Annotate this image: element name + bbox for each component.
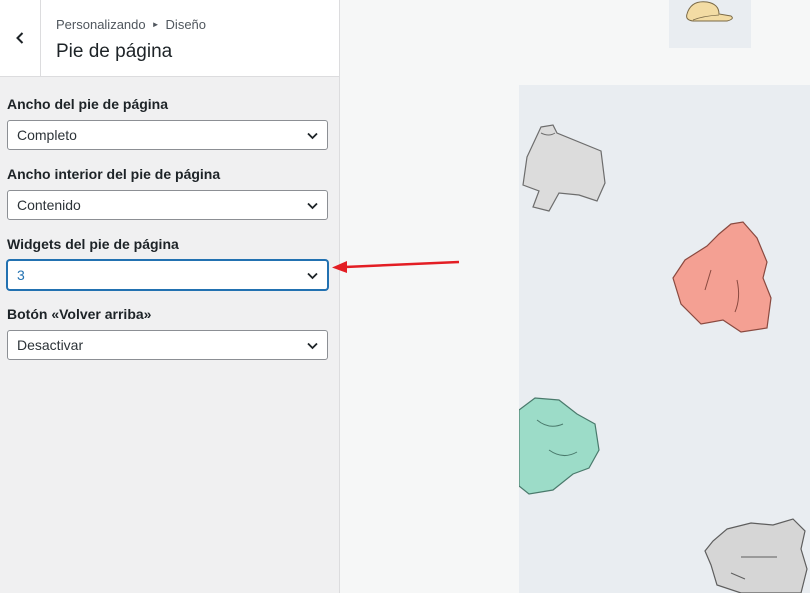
footer-widgets-value: 3: [17, 267, 25, 283]
cap-icon: [686, 1, 733, 22]
back-to-top-value: Desactivar: [17, 337, 84, 353]
chevron-left-icon: [16, 32, 24, 44]
breadcrumb-item-diseno: Diseño: [165, 17, 207, 32]
footer-inner-width-select[interactable]: Contenido: [7, 190, 328, 220]
coral-sweater-icon[interactable]: [671, 220, 781, 335]
footer-widgets-label: Widgets del pie de página: [7, 236, 179, 252]
footer-inner-width-value: Contenido: [17, 197, 81, 213]
chevron-down-icon: [307, 342, 318, 350]
chevron-down-icon: [307, 132, 318, 140]
footer-width-select[interactable]: Completo: [7, 120, 328, 150]
page-title: Pie de página: [56, 41, 173, 62]
panel-header: Personalizando ► Diseño Pie de página: [0, 0, 339, 77]
chevron-down-icon: [307, 272, 318, 280]
back-to-top-label: Botón «Volver arriba»: [7, 306, 152, 322]
customizer-panel: Personalizando ► Diseño Pie de página An…: [0, 0, 340, 593]
product-thumbnail[interactable]: [669, 0, 751, 48]
back-button[interactable]: [0, 0, 41, 76]
breadcrumb-item-personalizando: Personalizando: [56, 17, 146, 32]
back-to-top-select[interactable]: Desactivar: [7, 330, 328, 360]
breadcrumb: Personalizando ► Diseño: [56, 17, 206, 32]
mint-onesie-icon[interactable]: [519, 390, 604, 500]
footer-width-value: Completo: [17, 127, 77, 143]
chevron-down-icon: [307, 202, 318, 210]
annotation-arrow: [332, 260, 460, 273]
site-preview: [340, 0, 810, 593]
product-grid: [519, 85, 810, 593]
grey-tshirt-icon[interactable]: [519, 123, 609, 213]
grey-hoodie-icon[interactable]: [701, 517, 810, 593]
footer-width-label: Ancho del pie de página: [7, 96, 169, 112]
footer-inner-width-label: Ancho interior del pie de página: [7, 166, 221, 182]
footer-widgets-select[interactable]: 3: [7, 260, 328, 290]
triangle-right-icon: ►: [151, 20, 160, 29]
